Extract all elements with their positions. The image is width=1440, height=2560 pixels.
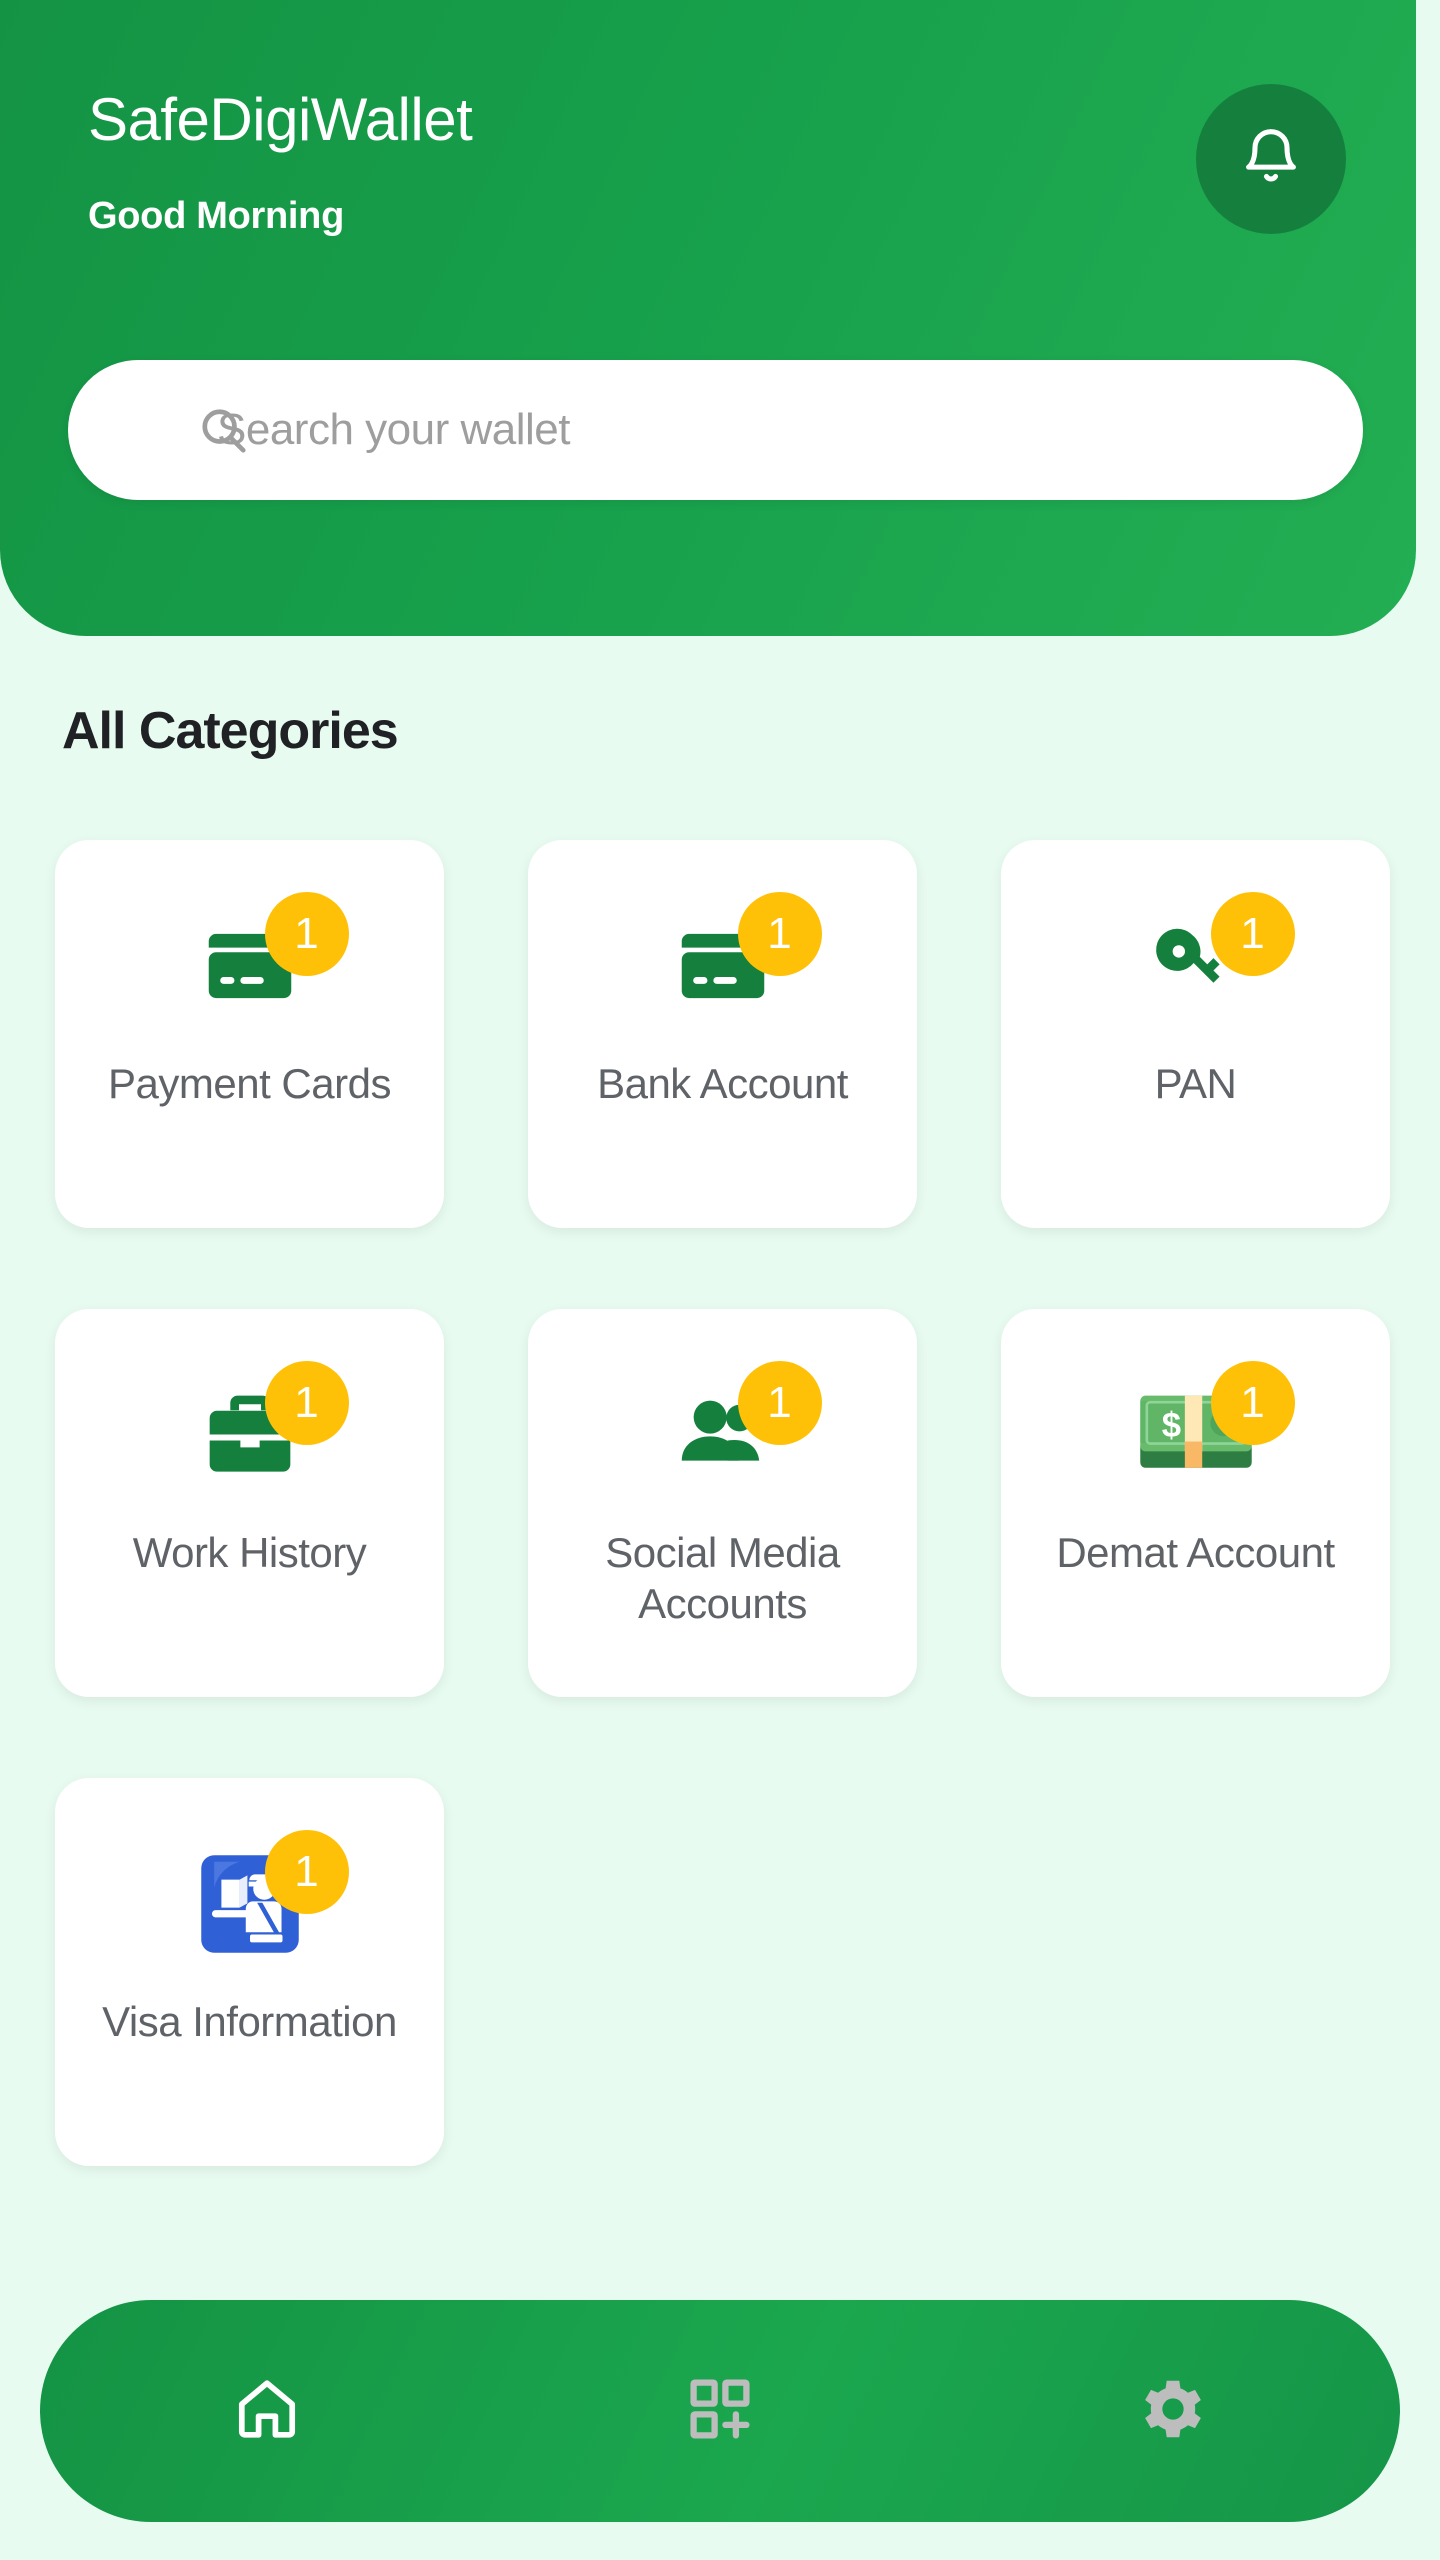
icon-container: 1 bbox=[628, 892, 822, 1030]
count-badge: 1 bbox=[737, 892, 822, 976]
icon-container: $ 1 bbox=[1101, 1361, 1295, 1499]
category-card-work-history[interactable]: 1 Work History bbox=[55, 1309, 444, 1697]
categories-grid: 1 Payment Cards 1 Bank Account 1 PAN 1 W… bbox=[55, 840, 1390, 2166]
notification-button[interactable] bbox=[1196, 84, 1346, 234]
category-card-social-media-accounts[interactable]: 1 Social Media Accounts bbox=[528, 1309, 917, 1697]
app-header: SafeDigiWallet Good Morning Search your … bbox=[0, 0, 1416, 636]
search-icon bbox=[196, 403, 250, 457]
page-title: All Categories bbox=[62, 702, 399, 760]
category-card-demat-account[interactable]: $ 1 Demat Account bbox=[1001, 1309, 1390, 1697]
gear-icon bbox=[1137, 2373, 1209, 2450]
icon-container: 1 bbox=[628, 1361, 822, 1499]
search-input[interactable]: Search your wallet bbox=[68, 360, 1363, 500]
icon-container: 1 bbox=[1101, 892, 1295, 1030]
app-root: SafeDigiWallet Good Morning Search your … bbox=[0, 0, 1440, 2560]
category-label: Bank Account bbox=[597, 1060, 848, 1107]
category-card-visa-information[interactable]: 1 Visa Information bbox=[55, 1778, 444, 2166]
home-icon bbox=[231, 2373, 303, 2450]
count-badge: 1 bbox=[737, 1361, 822, 1445]
count-badge: 1 bbox=[1210, 892, 1295, 976]
svg-text:$: $ bbox=[1161, 1407, 1180, 1445]
nav-item-settings[interactable] bbox=[947, 2300, 1400, 2522]
nav-item-scan-add[interactable] bbox=[493, 2300, 946, 2522]
count-badge: 1 bbox=[264, 892, 349, 976]
qr-add-icon bbox=[684, 2373, 756, 2450]
count-badge: 1 bbox=[264, 1361, 349, 1445]
icon-container: 1 bbox=[155, 1361, 349, 1499]
category-label: Work History bbox=[132, 1529, 367, 1576]
icon-container: 1 bbox=[155, 892, 349, 1030]
app-title: SafeDigiWallet bbox=[88, 86, 473, 153]
category-card-pan[interactable]: 1 PAN bbox=[1001, 840, 1390, 1228]
nav-item-home[interactable] bbox=[40, 2300, 493, 2522]
bottom-navigation-bar bbox=[40, 2300, 1400, 2522]
category-card-payment-cards[interactable]: 1 Payment Cards bbox=[55, 840, 444, 1228]
bell-icon bbox=[1239, 125, 1303, 194]
category-label: Social Media Accounts bbox=[605, 1529, 840, 1628]
category-label: Demat Account bbox=[1056, 1529, 1335, 1576]
greeting-text: Good Morning bbox=[88, 195, 344, 237]
icon-container: 1 bbox=[155, 1830, 349, 1968]
count-badge: 1 bbox=[264, 1830, 349, 1914]
category-label: Payment Cards bbox=[108, 1060, 391, 1107]
search-placeholder: Search your wallet bbox=[217, 405, 570, 454]
category-label: Visa Information bbox=[102, 1998, 397, 2045]
category-label: PAN bbox=[1154, 1060, 1237, 1107]
category-card-bank-account[interactable]: 1 Bank Account bbox=[528, 840, 917, 1228]
count-badge: 1 bbox=[1210, 1361, 1295, 1445]
